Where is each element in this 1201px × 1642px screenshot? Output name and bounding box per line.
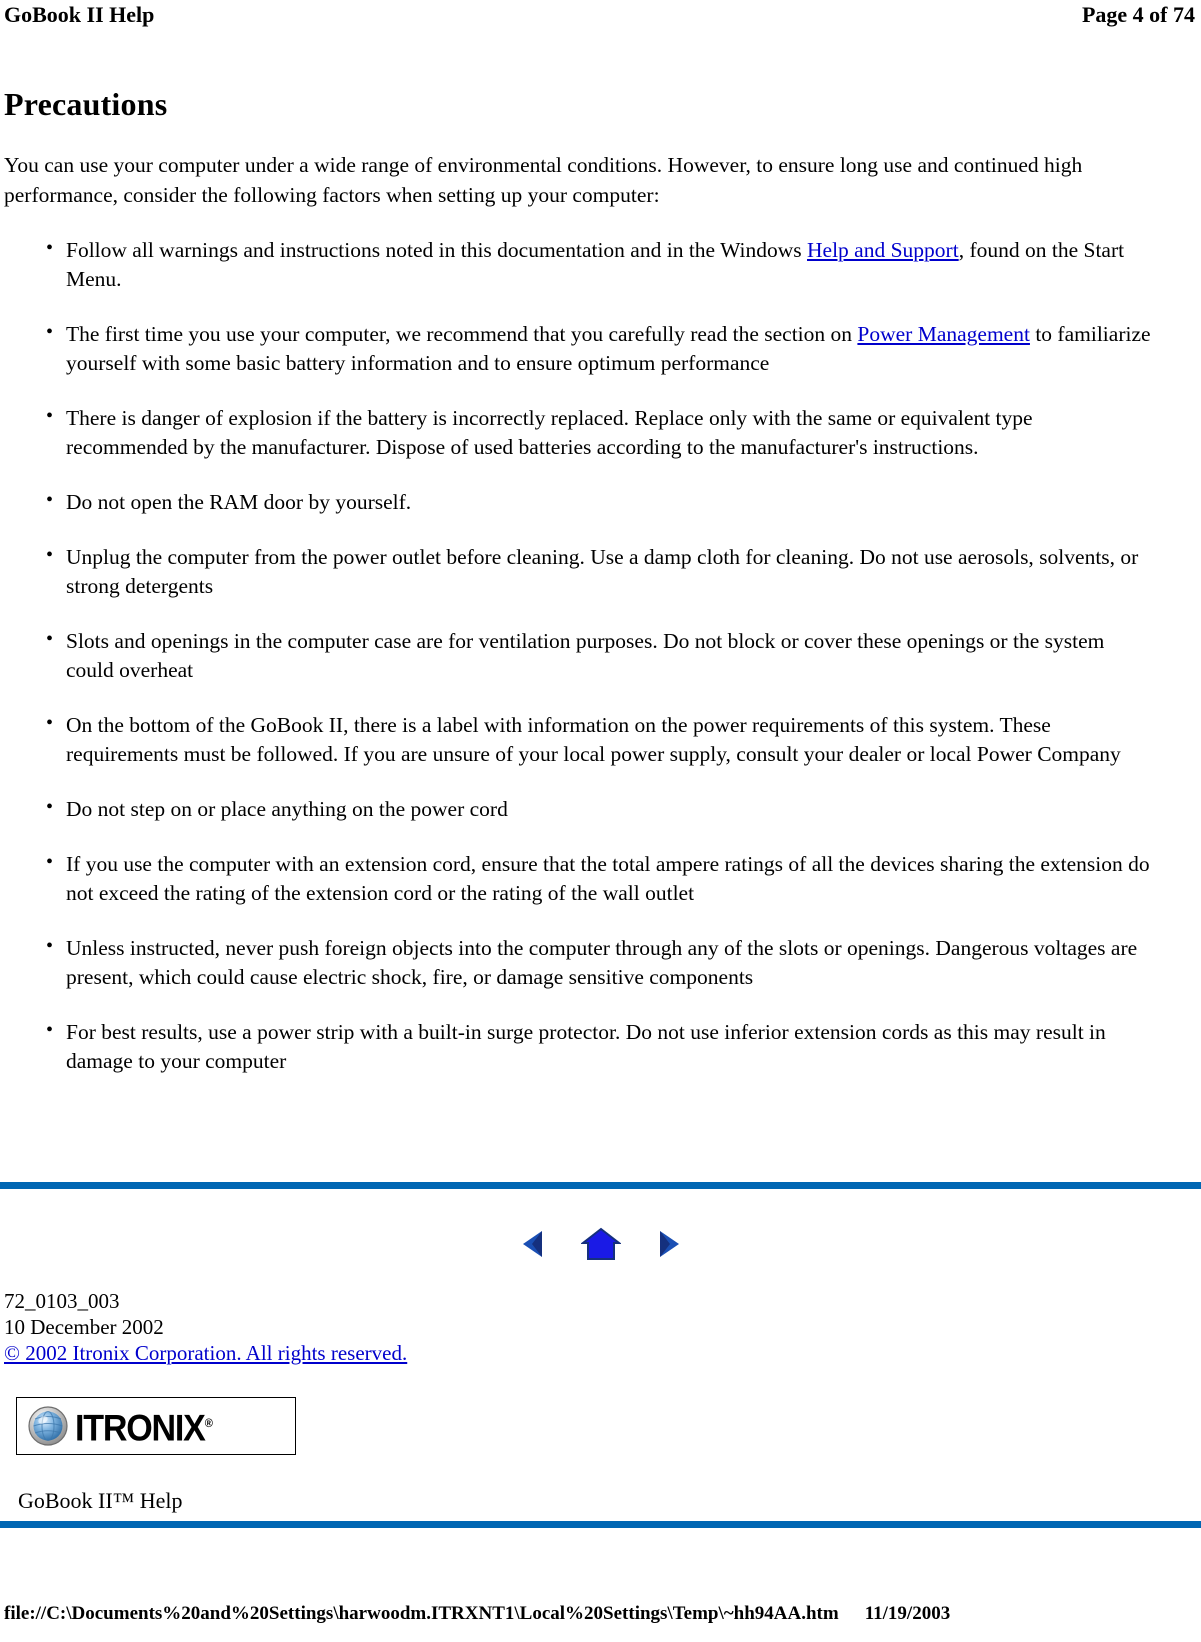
page-title: Precautions: [4, 86, 168, 122]
navigation-bar: [0, 1222, 1201, 1266]
list-item: Unplug the computer from the power outle…: [4, 541, 1154, 601]
link-power-management[interactable]: Power Management: [857, 322, 1030, 346]
page-indicator: Page 4 of 74: [1081, 2, 1195, 27]
help-title: GoBook II Help: [4, 2, 155, 27]
bullet-text-pre: Slots and openings in the computer case …: [66, 629, 1105, 682]
list-item: On the bottom of the GoBook II, there is…: [4, 709, 1154, 769]
print-date: 11/19/2003: [864, 1603, 951, 1624]
bullet-text-pre: Do not open the RAM door by yourself.: [66, 490, 412, 514]
bullet-text-pre: For best results, use a power strip with…: [66, 1020, 1106, 1073]
document-content: Precautions You can use your computer un…: [4, 86, 1154, 1076]
divider-rule-top: [0, 1182, 1201, 1189]
bullet-text-pre: There is danger of explosion if the batt…: [66, 406, 1033, 459]
bullet-text-pre: If you use the computer with an extensio…: [66, 852, 1150, 905]
list-item: There is danger of explosion if the batt…: [4, 402, 1154, 462]
list-item: Follow all warnings and instructions not…: [4, 234, 1154, 294]
document-number: 72_0103_003: [4, 1289, 120, 1313]
browser-status-bar: file://C:\Documents%20and%20Settings\har…: [4, 1602, 1197, 1626]
registered-trademark-icon: ®: [204, 1416, 213, 1431]
precautions-list: Follow all warnings and instructions not…: [4, 234, 1154, 1076]
list-item: For best results, use a power strip with…: [4, 1016, 1154, 1076]
list-item: Do not step on or place anything on the …: [4, 793, 1154, 824]
document-footer: 72_0103_003 10 December 2002 © 2002 Itro…: [4, 1288, 407, 1366]
intro-paragraph: You can use your computer under a wide r…: [4, 153, 1083, 207]
itronix-logo: ITRONIX®: [16, 1397, 296, 1455]
bullet-text-pre: Unplug the computer from the power outle…: [66, 545, 1139, 598]
home-icon[interactable]: [579, 1222, 623, 1266]
bullet-text-pre: On the bottom of the GoBook II, there is…: [66, 713, 1121, 766]
link-copyright[interactable]: © 2002 Itronix Corporation. All rights r…: [4, 1341, 407, 1365]
page-header: GoBook II Help Page 4 of 74: [0, 0, 1201, 34]
bullet-text-pre: The first time you use your computer, we…: [66, 322, 858, 346]
itronix-wordmark-text: ITRONIX: [75, 1407, 206, 1449]
list-item: Unless instructed, never push foreign ob…: [4, 932, 1154, 992]
list-item: Do not open the RAM door by yourself.: [4, 486, 1154, 517]
file-path: file://C:\Documents%20and%20Settings\har…: [4, 1603, 839, 1624]
itronix-wordmark: ITRONIX®: [75, 1405, 213, 1449]
link-help-and-support[interactable]: Help and Support: [807, 238, 959, 262]
list-item: Slots and openings in the computer case …: [4, 625, 1154, 685]
forward-arrow-icon[interactable]: [645, 1222, 689, 1266]
bullet-text-pre: Unless instructed, never push foreign ob…: [66, 936, 1138, 989]
bullet-text-pre: Do not step on or place anything on the …: [66, 797, 508, 821]
list-item: The first time you use your computer, we…: [4, 318, 1154, 378]
document-date: 10 December 2002: [4, 1315, 164, 1339]
bullet-text-pre: Follow all warnings and instructions not…: [66, 238, 808, 262]
globe-icon: [25, 1403, 71, 1449]
list-item: If you use the computer with an extensio…: [4, 848, 1154, 908]
divider-rule-bottom: [0, 1521, 1201, 1528]
product-label: GoBook II™ Help: [18, 1488, 183, 1513]
back-arrow-icon[interactable]: [513, 1222, 557, 1266]
